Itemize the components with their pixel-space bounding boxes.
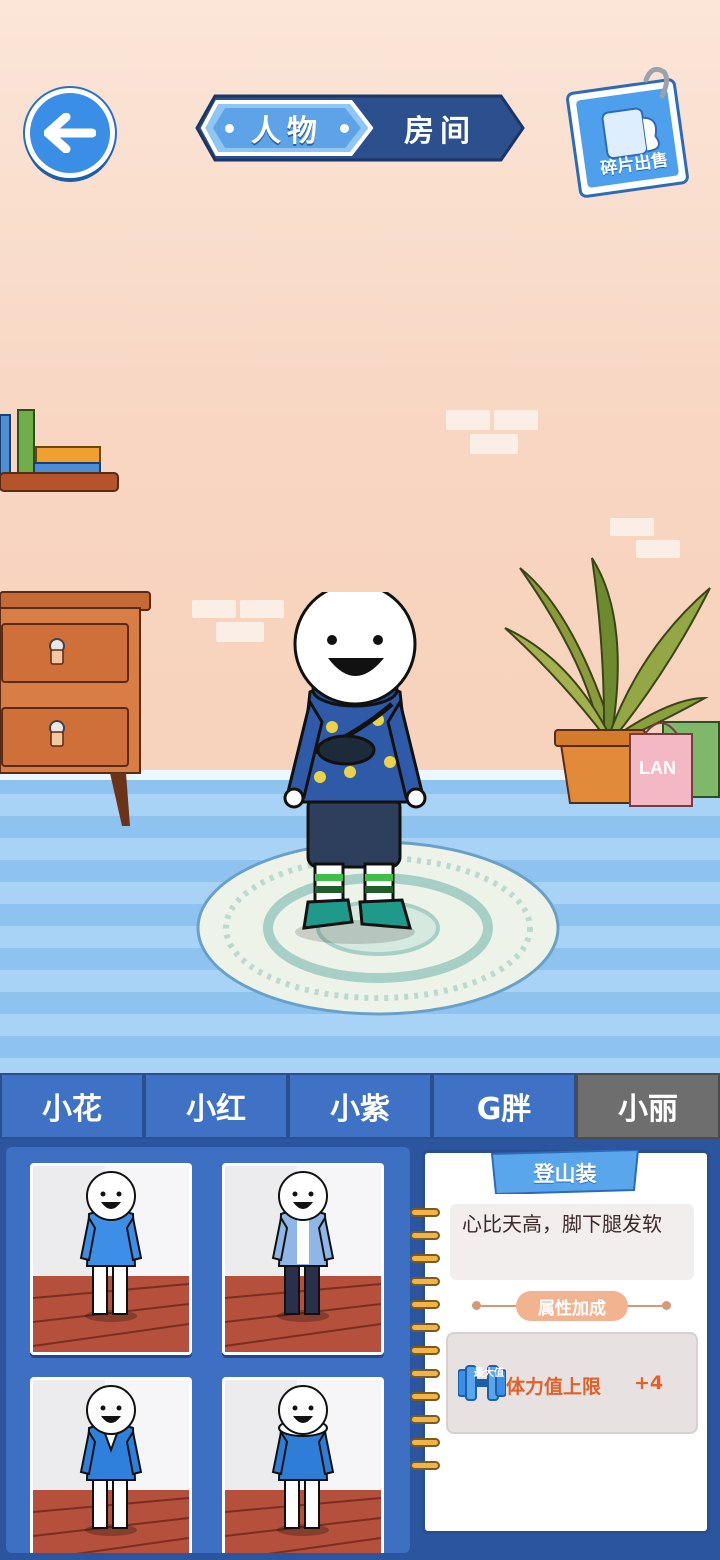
character-tab-xiaoli[interactable]: 小丽 — [576, 1073, 720, 1139]
character-tab-xiaohua[interactable]: 小花 — [0, 1073, 144, 1139]
tab-room[interactable]: 房间 — [380, 104, 500, 152]
wall-brick — [610, 518, 654, 536]
notebook-ring — [410, 1300, 440, 1309]
notebook-ring — [410, 1438, 440, 1447]
outfit-preview — [225, 1166, 381, 1352]
shopping-bags: LAN — [629, 721, 720, 807]
outfit-name: 登山装 — [533, 1162, 597, 1186]
dresser — [0, 591, 151, 826]
notebook-ring — [410, 1254, 440, 1263]
notebook-ring — [410, 1231, 440, 1240]
svg-text:LAN: LAN — [639, 758, 676, 778]
outfit-card-blue-hoodie[interactable] — [222, 1377, 384, 1553]
wall-brick — [494, 410, 538, 430]
wall-brick — [470, 434, 518, 454]
fragment-sell-button[interactable] — [566, 62, 690, 200]
notebook-ring — [410, 1369, 440, 1378]
wall-brick — [192, 600, 236, 618]
notebook-ring — [410, 1277, 440, 1286]
character-tab-xiaozi[interactable]: 小紫 — [288, 1073, 432, 1139]
character-tab-xiaohong[interactable]: 小红 — [144, 1073, 288, 1139]
stat-label: 体力值上限 — [506, 1376, 602, 1398]
notebook-ring — [410, 1323, 440, 1332]
attribute-bonus-title: 属性加成 — [516, 1291, 628, 1321]
divider-dot — [662, 1301, 671, 1310]
back-button[interactable] — [25, 88, 115, 178]
outfit-grid — [6, 1147, 410, 1553]
outfit-preview — [33, 1166, 189, 1352]
wall-brick — [446, 410, 490, 430]
wall-shelf — [0, 409, 119, 492]
character-tab-gpang[interactable]: G胖 — [432, 1073, 576, 1139]
notebook-ring — [410, 1392, 440, 1401]
arrow-left-icon — [44, 113, 96, 153]
divider-dot — [472, 1301, 481, 1310]
max-value-tag: 最大值 — [474, 1368, 504, 1379]
fragment-card-icon — [566, 66, 689, 198]
wall-brick — [240, 600, 284, 618]
outfit-card-denim-jacket[interactable] — [222, 1163, 384, 1355]
character-tabs: 小花 小红 小紫 G胖 小丽 — [0, 1073, 720, 1139]
notebook-ring — [410, 1415, 440, 1424]
outfit-card-blue-suit[interactable] — [30, 1377, 192, 1553]
stat-value: +4 — [634, 1372, 664, 1394]
outfit-preview — [33, 1380, 189, 1553]
outfit-description: 心比天高，脚下腿发软 — [462, 1212, 662, 1236]
notebook-ring — [410, 1346, 440, 1355]
divider-left — [476, 1305, 518, 1307]
player-character — [283, 592, 427, 944]
outfit-card-blue-sweater[interactable] — [30, 1163, 192, 1355]
notebook-ring — [410, 1208, 440, 1217]
tab-person[interactable]: 人物 — [217, 104, 357, 152]
person-room-toggle: 人物 房间 — [195, 92, 525, 164]
notebook-ring — [410, 1461, 440, 1470]
wall-brick — [216, 622, 264, 642]
outfit-preview — [225, 1380, 381, 1553]
